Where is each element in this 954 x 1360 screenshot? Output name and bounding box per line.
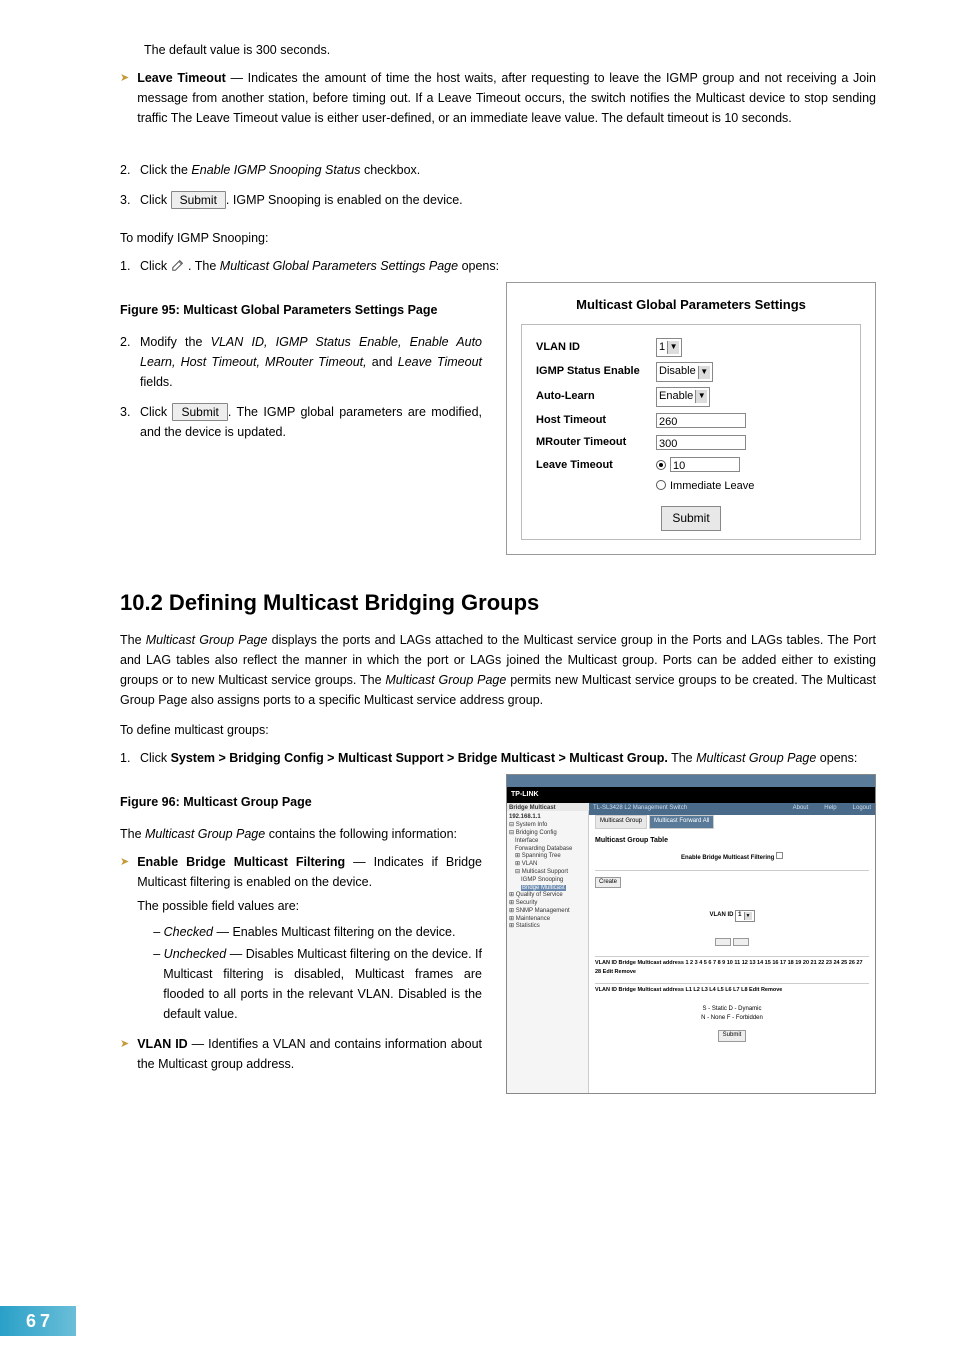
step-3-number: 3. xyxy=(120,190,140,210)
ebmf-item: Enable Bridge Multicast Filtering — Indi… xyxy=(137,852,482,1026)
vlan-id-select[interactable]: 1▼ xyxy=(656,338,682,358)
default-value-text: The default value is 300 seconds. xyxy=(144,40,876,60)
lags-header: VLAN ID Bridge Multicast address L1 L2 L… xyxy=(595,983,869,995)
nav-tree: 192.168.1.1 ⊟ System Info ⊟ Bridging Con… xyxy=(507,811,589,1093)
section-10-2-para-1: The Multicast Group Page displays the po… xyxy=(120,630,876,710)
ebmf-sub: The possible field values are: xyxy=(137,896,482,916)
ebmf-checked: – Checked — Enables Multicast filtering … xyxy=(153,922,482,942)
leave-timeout-label-2: Leave Timeout xyxy=(536,457,656,475)
vlan-id-label: VLAN ID xyxy=(536,339,656,357)
mod-step-2-text: Modify the VLAN ID, IGMP Status Enable, … xyxy=(140,332,482,392)
mrouter-timeout-label: MRouter Timeout xyxy=(536,434,656,452)
legend-1: S - Static D - Dynamic xyxy=(595,1005,869,1015)
mod-step-3-text: Click Submit. The IGMP global parameters… xyxy=(140,402,482,442)
igmp-status-select[interactable]: Disable▼ xyxy=(656,362,713,382)
auto-learn-label: Auto-Learn xyxy=(536,388,656,406)
immediate-leave-label: Immediate Leave xyxy=(670,480,754,492)
leave-timeout-radio-immediate[interactable] xyxy=(656,480,666,490)
chevron-down-icon: ▼ xyxy=(698,366,710,379)
bullet-arrow-icon: ➤ xyxy=(120,1034,129,1074)
def-step-1-number: 1. xyxy=(120,748,140,768)
tab-multicast-forward-all[interactable]: Multicast Forward All xyxy=(649,815,714,829)
submit-button-inline: Submit xyxy=(171,191,226,209)
vlan-id-bullet-label: VLAN ID xyxy=(137,1037,187,1051)
leave-timeout-input[interactable]: 10 xyxy=(670,457,740,472)
chevron-down-icon: ▼ xyxy=(667,341,679,354)
leave-timeout-label: Leave Timeout xyxy=(137,71,226,85)
leave-timeout-desc: Leave Timeout — Indicates the amount of … xyxy=(137,68,876,128)
enable-filtering-row: Enable Bridge Multicast Filtering xyxy=(595,852,869,864)
ebmf-unchecked: – Unchecked — Disables Multicast filteri… xyxy=(153,944,482,1024)
modify-heading: To modify IGMP Snooping: xyxy=(120,228,876,248)
settings-panel-title: Multicast Global Parameters Settings xyxy=(521,295,861,316)
mod-step-1-number: 1. xyxy=(120,256,140,276)
figure-96-caption: Figure 96: Multicast Group Page xyxy=(120,792,482,812)
tree-bridge-multicast[interactable]: Bridge Multicast xyxy=(521,885,566,891)
leave-timeout-radio-value[interactable] xyxy=(656,460,666,470)
igmp-status-label: IGMP Status Enable xyxy=(536,363,656,381)
settings-panel: Multicast Global Parameters Settings VLA… xyxy=(506,282,876,555)
tplink-brand: TP-LINK xyxy=(507,787,875,802)
step-2-text: Click the Enable IGMP Snooping Status ch… xyxy=(140,160,876,180)
figure-95-caption: Figure 95: Multicast Global Parameters S… xyxy=(120,300,482,320)
multicast-group-screenshot: TP-LINK Bridge Multicast TL-SL3428 L2 Ma… xyxy=(506,774,876,1094)
prev-button[interactable] xyxy=(715,938,731,946)
mg-description: The Multicast Group Page contains the fo… xyxy=(120,824,482,844)
mod-step-1-text: Click . The Multicast Global Parameters … xyxy=(140,256,876,276)
tab-multicast-group[interactable]: Multicast Group xyxy=(595,815,647,829)
host-timeout-input[interactable]: 260 xyxy=(656,413,746,428)
create-button[interactable]: Create xyxy=(595,877,621,889)
page-number: 67 xyxy=(0,1306,76,1336)
host-timeout-label: Host Timeout xyxy=(536,412,656,430)
panel-submit-button[interactable]: Submit xyxy=(661,506,721,531)
mod-step-2-number: 2. xyxy=(120,332,140,392)
mod-step-3-number: 3. xyxy=(120,402,140,442)
mrouter-timeout-input[interactable]: 300 xyxy=(656,435,746,450)
mg-table-title: Multicast Group Table xyxy=(595,835,869,846)
vlan-id-mini-select[interactable]: 1▼ xyxy=(735,910,754,922)
enable-filtering-checkbox[interactable] xyxy=(776,852,783,859)
define-heading: To define multicast groups: xyxy=(120,720,876,740)
legend-2: N - None F - Forbidden xyxy=(595,1014,869,1024)
section-10-2-heading: 10.2 Defining Multicast Bridging Groups xyxy=(120,585,876,620)
mg-submit-button[interactable]: Submit xyxy=(718,1030,747,1042)
ports-header: VLAN ID Bridge Multicast address 1 2 3 4… xyxy=(595,956,869,977)
bullet-arrow-icon: ➤ xyxy=(120,68,129,128)
step-3-text: Click Submit. IGMP Snooping is enabled o… xyxy=(140,190,876,210)
def-step-1-text: Click System > Bridging Config > Multica… xyxy=(140,748,876,768)
bullet-arrow-icon: ➤ xyxy=(120,852,129,1026)
pencil-icon xyxy=(171,258,185,272)
next-button[interactable] xyxy=(733,938,749,946)
vlanid-item: VLAN ID — Identifies a VLAN and contains… xyxy=(137,1034,482,1074)
submit-button-inline-2: Submit xyxy=(172,403,227,421)
step-2-number: 2. xyxy=(120,160,140,180)
chevron-down-icon: ▼ xyxy=(695,390,707,403)
auto-learn-select[interactable]: Enable▼ xyxy=(656,387,710,407)
ebmf-label: Enable Bridge Multicast Filtering xyxy=(137,855,345,869)
